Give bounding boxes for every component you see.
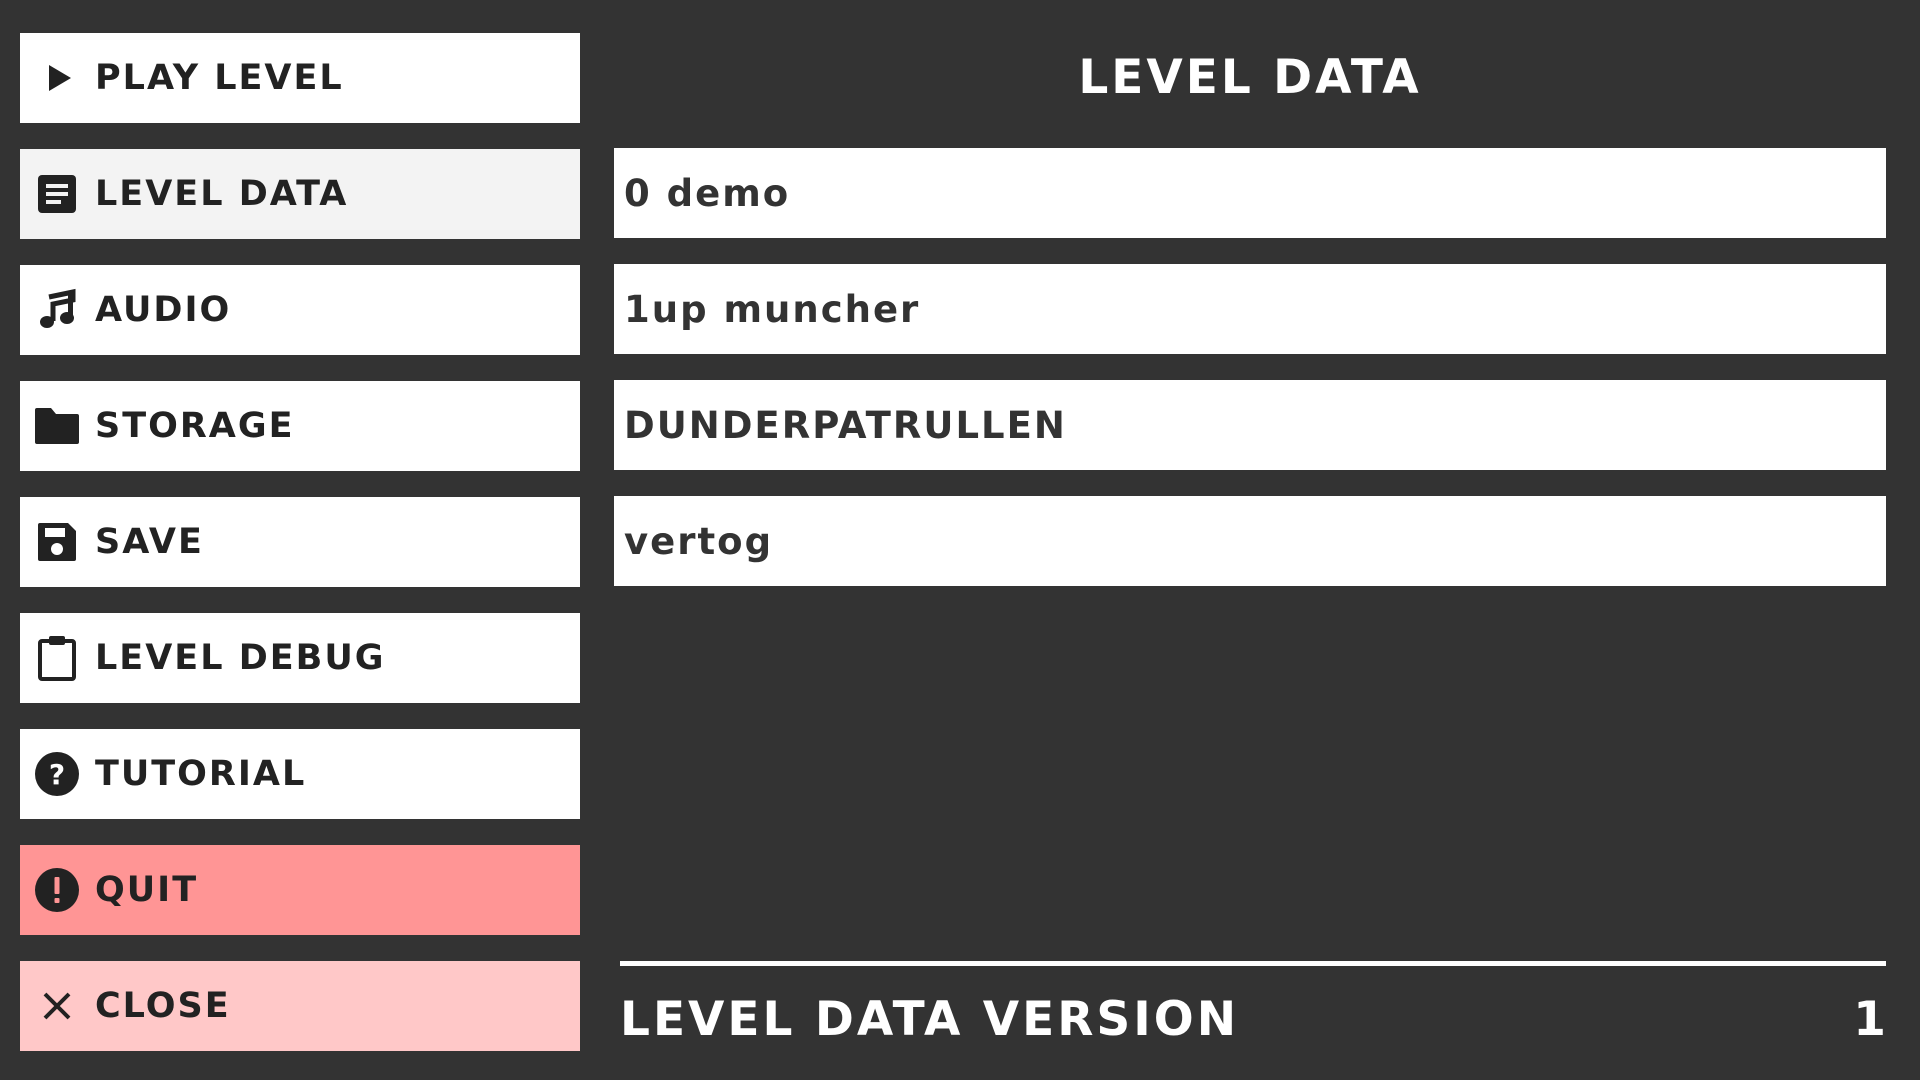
quit-label: QUIT — [95, 870, 199, 910]
level-data-screen: PLAY LEVEL LEVEL DATA AUDIO STORAGE SAVE… — [0, 0, 1920, 1080]
play-level-button[interactable]: PLAY LEVEL — [20, 33, 580, 123]
play-icon — [32, 53, 82, 103]
level-data-button[interactable]: LEVEL DATA — [20, 149, 580, 239]
help-icon: ? — [32, 749, 82, 799]
page-title: LEVEL DATA — [1078, 50, 1422, 105]
storage-label: STORAGE — [95, 406, 295, 446]
level-data-panel: LEVEL DATA 0 demo 1up muncher DUNDERPATR… — [614, 0, 1886, 1080]
level-item[interactable]: 0 demo — [614, 148, 1886, 238]
version-value: 1 — [1853, 992, 1886, 1047]
close-label: CLOSE — [95, 986, 231, 1026]
close-button[interactable]: CLOSE — [20, 961, 580, 1051]
music-note-icon — [32, 285, 82, 335]
level-data-label: LEVEL DATA — [95, 174, 349, 214]
play-level-label: PLAY LEVEL — [95, 58, 344, 98]
level-debug-button[interactable]: LEVEL DEBUG — [20, 613, 580, 703]
sidebar-menu: PLAY LEVEL LEVEL DATA AUDIO STORAGE SAVE… — [20, 33, 580, 1077]
level-item[interactable]: DUNDERPATRULLEN — [614, 380, 1886, 470]
tutorial-label: TUTORIAL — [95, 754, 307, 794]
floppy-disk-icon — [32, 517, 82, 567]
level-item[interactable]: 1up muncher — [614, 264, 1886, 354]
alert-icon — [32, 865, 82, 915]
level-list: 0 demo 1up muncher DUNDERPATRULLEN verto… — [614, 148, 1886, 612]
folder-icon — [32, 401, 82, 451]
level-debug-label: LEVEL DEBUG — [95, 638, 386, 678]
divider — [620, 961, 1886, 966]
svg-text:?: ? — [49, 758, 65, 791]
quit-button[interactable]: QUIT — [20, 845, 580, 935]
level-name: vertog — [624, 519, 774, 563]
level-item[interactable]: vertog — [614, 496, 1886, 586]
audio-label: AUDIO — [95, 290, 232, 330]
save-button[interactable]: SAVE — [20, 497, 580, 587]
audio-button[interactable]: AUDIO — [20, 265, 580, 355]
tutorial-button[interactable]: ? TUTORIAL — [20, 729, 580, 819]
level-name: 0 demo — [624, 171, 791, 215]
level-name: DUNDERPATRULLEN — [624, 403, 1067, 447]
clipboard-icon — [32, 633, 82, 683]
save-label: SAVE — [95, 522, 204, 562]
version-label: LEVEL DATA VERSION — [620, 992, 1240, 1047]
storage-button[interactable]: STORAGE — [20, 381, 580, 471]
document-icon — [32, 169, 82, 219]
close-icon — [32, 981, 82, 1031]
level-name: 1up muncher — [624, 287, 921, 331]
